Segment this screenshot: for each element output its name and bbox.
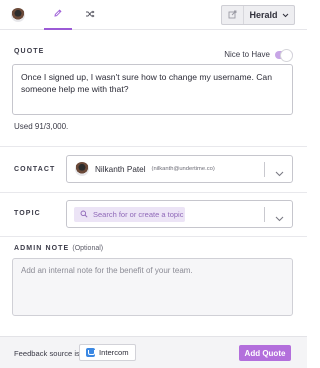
brand-label: Herald [249, 10, 278, 20]
tab-shuffle[interactable] [76, 0, 104, 30]
quote-textarea[interactable]: Once I signed up, I wasn't sure how to c… [12, 64, 293, 115]
admin-note-title: ADMIN NOTE [14, 245, 70, 252]
topic-label: TOPIC [14, 210, 41, 217]
select-separator [264, 162, 265, 177]
brand-dropdown[interactable]: Herald [244, 6, 294, 24]
topic-select[interactable]: Search for or create a topic [66, 200, 293, 228]
nice-to-have-toggle[interactable] [275, 48, 293, 62]
pencil-icon [53, 5, 63, 23]
divider [0, 236, 307, 237]
admin-note-textarea[interactable]: Add an internal note for the benefit of … [12, 258, 293, 316]
admin-note-optional: (Optional) [72, 245, 104, 252]
shuffle-icon [85, 6, 95, 24]
footer: Feedback source is Intercom Add Quote [0, 336, 307, 368]
divider [0, 146, 307, 147]
quote-label: QUOTE [14, 48, 45, 55]
search-icon [80, 210, 88, 220]
chevron-down-icon[interactable] [275, 164, 284, 182]
topic-search[interactable]: Search for or create a topic [74, 207, 185, 222]
avatar [11, 8, 25, 22]
brand-selector[interactable]: Herald [221, 5, 295, 25]
nice-to-have-label: Nice to Have [224, 50, 270, 59]
tab-edit[interactable] [44, 0, 72, 30]
feedback-source-label: Feedback source is [14, 349, 80, 358]
nice-to-have[interactable]: Nice to Have [224, 48, 293, 62]
add-quote-button[interactable]: Add Quote [239, 345, 291, 361]
open-external-button[interactable] [222, 6, 244, 24]
topic-placeholder: Search for or create a topic [93, 210, 184, 219]
contact-email: (nilkanth@undertime.co) [151, 166, 215, 172]
tab-profile[interactable] [0, 0, 36, 30]
divider [0, 192, 307, 193]
intercom-icon [86, 348, 95, 357]
select-separator [264, 207, 265, 222]
admin-note-label: ADMIN NOTE (Optional) [14, 245, 103, 252]
contact-name: Nilkanth Patel [95, 164, 146, 174]
chevron-down-icon [282, 10, 289, 20]
contact-value: Nilkanth Patel (nilkanth@undertime.co) [75, 162, 215, 176]
character-count: Used 91/3,000. [14, 122, 69, 131]
contact-select[interactable]: Nilkanth Patel (nilkanth@undertime.co) [66, 155, 293, 183]
top-bar: Herald [0, 0, 307, 30]
contact-avatar [75, 162, 89, 176]
chevron-down-icon[interactable] [275, 209, 284, 227]
external-link-icon [228, 6, 237, 24]
feedback-source-name: Intercom [99, 348, 129, 357]
contact-label: CONTACT [14, 166, 56, 173]
feedback-source-badge: Intercom [79, 344, 136, 361]
